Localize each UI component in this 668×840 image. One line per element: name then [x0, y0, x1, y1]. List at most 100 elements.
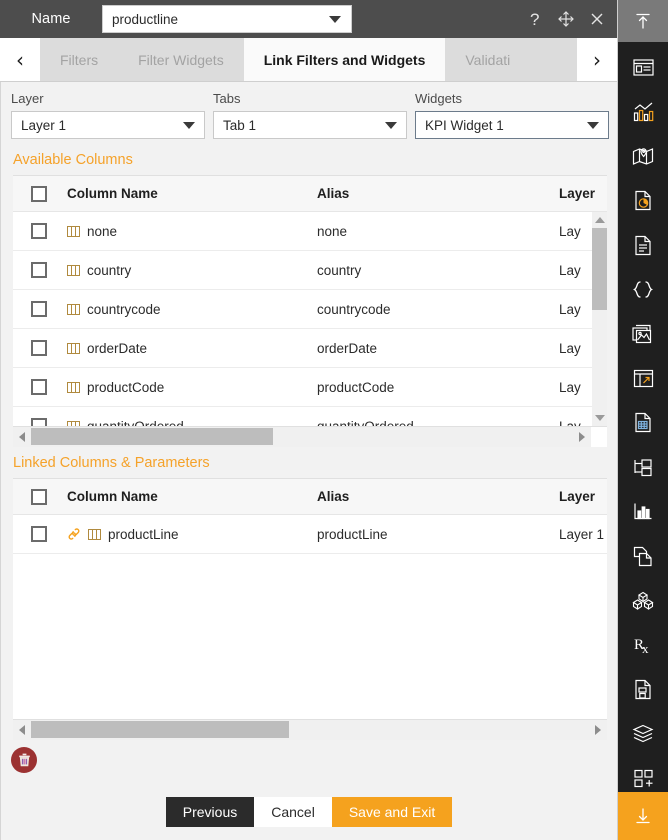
table-row[interactable]: quantityOrdered quantityOrdered Lay	[13, 407, 607, 426]
hierarchy-icon[interactable]	[628, 454, 658, 480]
table-row[interactable]: country country Lay	[13, 251, 607, 290]
widget-panel-icon[interactable]	[628, 54, 658, 80]
tab-link-filters-and-widgets[interactable]: Link Filters and Widgets	[243, 38, 446, 81]
chart-icon[interactable]	[628, 98, 658, 124]
linked-header-column-name: Column Name	[67, 489, 158, 504]
cubes-icon[interactable]	[628, 588, 658, 614]
question-mark-icon[interactable]: ?	[525, 9, 545, 29]
linked-columns-title: Linked Columns & Parameters	[13, 455, 210, 471]
cancel-button[interactable]: Cancel	[254, 797, 332, 827]
tab-validation[interactable]: Validati	[445, 38, 531, 81]
expand-down-icon[interactable]	[618, 792, 668, 840]
images-icon[interactable]	[628, 321, 658, 347]
widgets-select[interactable]: KPI Widget 1	[415, 111, 609, 139]
horizontal-scroll-track[interactable]	[31, 720, 589, 740]
scroll-right-button[interactable]	[589, 720, 607, 740]
right-toolbar: R x	[618, 0, 668, 840]
row-alias: orderDate	[317, 340, 378, 356]
dashboard-link-icon[interactable]	[628, 365, 658, 391]
data-sheet-icon[interactable]	[628, 410, 658, 436]
horizontal-scroll-thumb[interactable]	[31, 428, 273, 445]
horizontal-scroll-track[interactable]	[31, 427, 573, 447]
name-label: Name	[31, 11, 71, 27]
table-row[interactable]: productCode productCode Lay	[13, 368, 607, 407]
tabs-scroll-right-button[interactable]: ›	[577, 38, 617, 81]
chevron-down-icon	[385, 121, 397, 129]
row-column-name-cell: orderDate	[65, 341, 317, 356]
report-pie-icon[interactable]	[628, 187, 658, 213]
tab-filter-widgets[interactable]: Filter Widgets	[118, 38, 244, 81]
linked-columns-table: Column Name Alias Layer productLine prod…	[13, 478, 607, 720]
code-braces-icon[interactable]	[628, 276, 658, 302]
right-toolbar-items: R x	[618, 42, 668, 792]
available-horizontal-scrollbar[interactable]	[13, 427, 607, 447]
row-checkbox[interactable]	[31, 379, 47, 395]
available-select-all-checkbox[interactable]	[31, 185, 47, 202]
linked-horizontal-scrollbar[interactable]	[13, 720, 607, 740]
column-icon	[67, 225, 80, 238]
scroll-left-button[interactable]	[13, 720, 31, 740]
layers-icon[interactable]	[628, 721, 658, 747]
prescription-icon[interactable]: R x	[628, 632, 658, 658]
bar-analysis-icon[interactable]	[628, 499, 658, 525]
row-column-name: productLine	[108, 526, 179, 542]
row-column-name-cell: countrycode	[65, 302, 317, 317]
dialog-body: Layer Layer 1 Tabs Tab 1 Widgets KPI Wid…	[0, 82, 617, 840]
scrollbar-corner	[591, 427, 607, 447]
row-checkbox[interactable]	[31, 526, 47, 542]
row-checkbox[interactable]	[31, 223, 47, 239]
row-checkbox[interactable]	[31, 340, 47, 356]
available-columns-body: none none Lay country country Lay countr…	[13, 212, 607, 426]
column-icon	[67, 420, 80, 426]
row-checkbox-cell	[13, 418, 65, 426]
collapse-up-icon[interactable]	[618, 0, 668, 42]
save-document-icon[interactable]	[628, 677, 658, 703]
copy-page-icon[interactable]	[628, 543, 658, 569]
chevron-down-icon	[329, 15, 341, 23]
horizontal-scroll-thumb[interactable]	[31, 721, 289, 738]
link-filters-dialog: Name productline ? ‹ Filters Filter Widg…	[0, 0, 618, 840]
vertical-scroll-thumb[interactable]	[592, 228, 607, 310]
trash-icon	[17, 752, 32, 768]
move-icon[interactable]	[556, 9, 576, 29]
row-checkbox-cell	[13, 301, 65, 317]
row-column-name-cell: none	[65, 224, 317, 239]
table-row[interactable]: none none Lay	[13, 212, 607, 251]
row-checkbox-cell	[13, 223, 65, 239]
add-widget-icon[interactable]	[628, 766, 658, 792]
map-icon[interactable]	[628, 143, 658, 169]
scroll-down-button[interactable]	[592, 410, 607, 426]
tab-filters[interactable]: Filters	[40, 38, 119, 81]
table-row[interactable]: productLine productLine Layer 1	[13, 515, 607, 554]
table-row[interactable]: orderDate orderDate Lay	[13, 329, 607, 368]
previous-button[interactable]: Previous	[165, 797, 255, 827]
close-icon[interactable]	[587, 9, 607, 29]
scroll-right-button[interactable]	[573, 427, 591, 447]
row-column-name-cell: quantityOrdered	[65, 419, 317, 426]
delete-button[interactable]	[11, 747, 37, 773]
row-checkbox-cell	[13, 262, 65, 278]
document-icon[interactable]	[628, 232, 658, 258]
row-column-name: none	[87, 223, 118, 239]
save-and-exit-button[interactable]: Save and Exit	[331, 797, 453, 827]
row-checkbox[interactable]	[31, 262, 47, 278]
table-row[interactable]: countrycode countrycode Lay	[13, 290, 607, 329]
linked-select-all-checkbox[interactable]	[31, 488, 47, 505]
layer-select[interactable]: Layer 1	[11, 111, 205, 139]
tabs-select[interactable]: Tab 1	[213, 111, 407, 139]
available-vertical-scrollbar[interactable]	[592, 212, 607, 426]
chevron-down-icon	[183, 121, 195, 129]
triangle-up-icon	[594, 217, 605, 223]
column-icon	[88, 528, 101, 541]
row-alias: country	[317, 262, 362, 278]
layer-selector-group: Layer Layer 1	[11, 91, 205, 139]
vertical-scroll-track[interactable]	[592, 228, 607, 410]
scroll-up-button[interactable]	[592, 212, 607, 228]
row-checkbox[interactable]	[31, 301, 47, 317]
available-header-column-name: Column Name	[67, 186, 158, 201]
row-checkbox[interactable]	[31, 418, 47, 426]
triangle-left-icon	[19, 725, 25, 735]
name-combobox[interactable]: productline	[102, 5, 352, 33]
tabs-scroll-left-button[interactable]: ‹	[0, 38, 40, 81]
scroll-left-button[interactable]	[13, 427, 31, 447]
